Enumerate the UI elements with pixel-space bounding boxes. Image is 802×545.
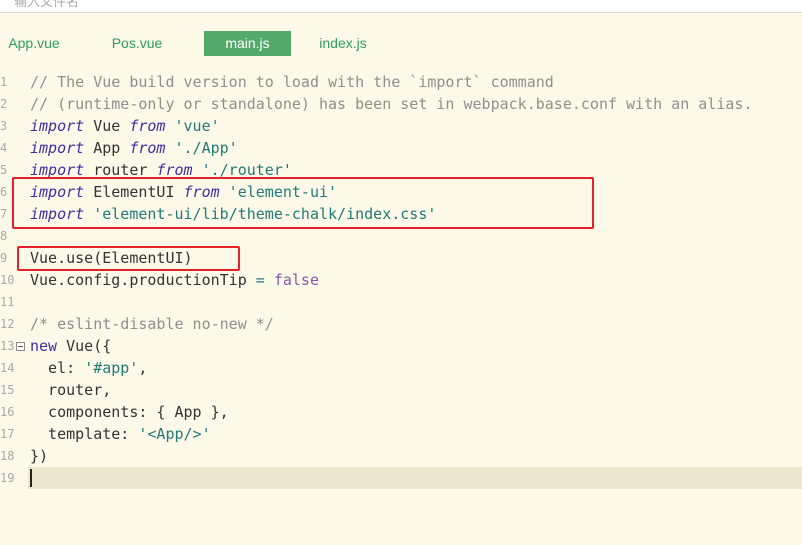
- code-property: router,: [30, 381, 112, 399]
- tab-index-js[interactable]: index.js: [310, 31, 376, 56]
- line-number: 9: [0, 251, 8, 265]
- code-line-3: import Vue from 'vue': [30, 115, 220, 137]
- code-identifier: App: [84, 139, 130, 157]
- code-line-4: import App from './App': [30, 137, 238, 159]
- code-line-12: /* eslint-disable no-new */: [30, 313, 274, 335]
- code-keyword: import: [30, 117, 85, 135]
- code-string: './App': [165, 139, 238, 157]
- code-string: 'vue': [165, 117, 220, 135]
- editor-tab-bar: App.vue Pos.vue main.js index.js: [0, 31, 802, 57]
- line-number: 13: [0, 339, 15, 353]
- code-keyword: from: [129, 139, 166, 157]
- line-number: 4: [0, 141, 8, 155]
- line-number: 19: [0, 471, 15, 485]
- code-property: components: { App },: [30, 403, 229, 421]
- tab-app-vue[interactable]: App.vue: [0, 31, 68, 56]
- code-comment: // (runtime-only or standalone) has been…: [30, 95, 753, 113]
- code-line-10: Vue.config.productionTip = false: [30, 269, 319, 291]
- code-comment: // The Vue build version to load with th…: [30, 73, 554, 91]
- line-number: 5: [0, 163, 8, 177]
- code-line-1: // The Vue build version to load with th…: [30, 71, 554, 93]
- code-line-2: // (runtime-only or standalone) has been…: [30, 93, 752, 115]
- code-operator: =: [255, 271, 265, 289]
- line-number: 1: [0, 75, 8, 89]
- code-line-14: el: '#app',: [30, 357, 147, 379]
- code-boolean: false: [264, 271, 319, 289]
- code-identifier: Vue.config.productionTip: [30, 271, 256, 289]
- annotation-box-imports: [12, 177, 594, 229]
- code-identifier: Vue: [84, 117, 130, 135]
- code-keyword: from: [129, 117, 166, 135]
- fold-toggle-icon[interactable]: [16, 342, 25, 351]
- line-number: 11: [0, 295, 15, 309]
- line-number: 12: [0, 317, 15, 331]
- code-line-18: }): [30, 445, 48, 467]
- annotation-box-vue-use: [17, 246, 240, 271]
- line-number: 10: [0, 273, 15, 287]
- line-number: 18: [0, 449, 15, 463]
- code-string: '<App/>': [138, 425, 211, 443]
- line-number: 7: [0, 207, 8, 221]
- code-line-13: new Vue({: [30, 335, 111, 357]
- code-property: el:: [30, 359, 85, 377]
- line-number: 15: [0, 383, 15, 397]
- code-keyword: import: [30, 139, 85, 157]
- line-number: 2: [0, 97, 8, 111]
- line-number: 3: [0, 119, 8, 133]
- code-punctuation: }): [30, 447, 49, 465]
- code-line-15: router,: [30, 379, 111, 401]
- current-line-highlight: [28, 467, 802, 489]
- line-number: 16: [0, 405, 15, 419]
- tab-pos-vue[interactable]: Pos.vue: [103, 31, 171, 56]
- code-comment: /* eslint-disable no-new */: [30, 315, 274, 333]
- code-identifier: Vue({: [57, 337, 112, 355]
- line-number: 8: [0, 229, 8, 243]
- line-number: 17: [0, 427, 15, 441]
- filename-search-bar[interactable]: 输入文件名: [0, 0, 802, 13]
- line-number: 6: [0, 185, 8, 199]
- line-number: 14: [0, 361, 15, 375]
- code-punctuation: ,: [138, 359, 148, 377]
- tab-main-js[interactable]: main.js: [204, 31, 291, 56]
- code-keyword: new: [30, 337, 58, 355]
- code-line-16: components: { App },: [30, 401, 229, 423]
- text-caret: [30, 469, 32, 487]
- filename-search-placeholder: 输入文件名: [14, 0, 80, 9]
- code-property: template:: [30, 425, 139, 443]
- code-string: '#app': [84, 359, 139, 377]
- code-line-17: template: '<App/>': [30, 423, 211, 445]
